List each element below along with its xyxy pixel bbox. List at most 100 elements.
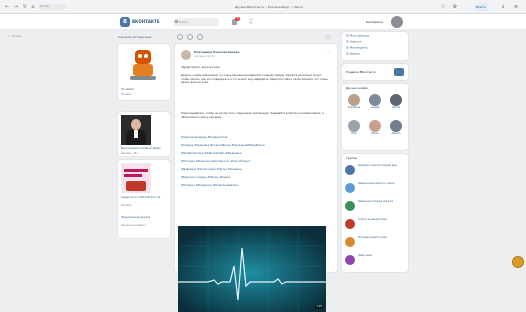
post-hashtags[interactable]: #Сердце #Здоровье #СоветыВрача #Здоровый… — [181, 144, 331, 148]
extension-icon[interactable]: ⚙ — [452, 4, 458, 10]
menu-item-my-page[interactable]: Моя страница — [346, 34, 369, 39]
avatar[interactable] — [391, 16, 403, 28]
friend-name: Екатерина — [347, 106, 361, 109]
search-input[interactable]: Поиск — [173, 18, 219, 26]
avatar — [345, 255, 355, 265]
dot-icon — [346, 46, 349, 49]
group-item[interactable]: Правильное питание для всех — [345, 200, 405, 216]
forward-icon[interactable]: → — [13, 4, 19, 10]
notification-badge: 3 — [235, 17, 240, 21]
music-icon[interactable]: ♫ — [248, 18, 253, 26]
ad-subtitle: Реклама · 18+ — [121, 152, 139, 155]
ad-card-3[interactable]: Кредиты на 1 000 000 ₽ в год Реклама Пре… — [118, 160, 170, 238]
login-button[interactable]: Войти — [474, 3, 488, 11]
avatar — [348, 120, 360, 132]
friend-name: Ирина — [371, 132, 379, 135]
post-paragraph-2: Подписывайтесь, чтобы не пропустить след… — [181, 112, 324, 119]
friend-item[interactable]: Олег — [344, 120, 364, 135]
post-actions-top — [175, 32, 337, 42]
friend-name: Андрей — [370, 106, 380, 109]
avatar[interactable] — [181, 50, 191, 60]
credit-ad-image — [121, 163, 151, 193]
chat-icon[interactable] — [512, 256, 524, 268]
avatar — [345, 237, 355, 247]
home-icon[interactable]: ⌂ — [30, 4, 36, 10]
group-title: Здоровье и красота каждый день — [358, 164, 398, 167]
download-icon[interactable]: ↓ — [500, 4, 506, 10]
group-title: Наша семья — [358, 254, 372, 257]
avatar — [369, 94, 381, 106]
post-hashtags[interactable]: #Берегите сердце #Жизнь #Семья — [181, 176, 331, 180]
video-player[interactable]: 1:18 — [178, 226, 326, 312]
user-name[interactable]: Екатерина — [366, 18, 383, 26]
group-title: Полезные рецепты дома — [358, 236, 387, 239]
ad-subtitle: Финансы и кредиты — [121, 224, 146, 227]
share-icon[interactable] — [197, 34, 203, 40]
menu-item-friends[interactable]: Друзья — [346, 52, 360, 57]
comment-icon[interactable] — [187, 34, 193, 40]
post-paragraph-1: Делюсь с вами небольшим, но очень важным… — [181, 74, 328, 85]
friends-card: Друзья онлайн Екатерина Андрей Сергей Ол… — [342, 84, 408, 150]
menu-item-messenger[interactable]: Мессенджер — [346, 46, 367, 51]
avatar — [345, 183, 355, 193]
menu-label: Друзья — [350, 52, 360, 56]
more-icon[interactable]: ⋯ — [325, 50, 331, 56]
reload-icon[interactable]: ↻ — [22, 4, 28, 10]
menu-icon[interactable]: ≡ — [513, 4, 519, 10]
speaker-ad-image — [121, 115, 151, 145]
vk-logo[interactable]: В — [120, 17, 130, 27]
group-item[interactable]: Полезные рецепты дома — [345, 236, 405, 252]
post-hashtags[interactable]: #Полезно #Интересно #Подписывайтесь — [181, 184, 331, 188]
friend-item[interactable]: Михаил — [386, 120, 406, 135]
dot-icon — [346, 40, 349, 43]
group-title: Медицинские новости и советы — [358, 182, 395, 185]
post-hashtags[interactable]: #Давление #Холестерин #Пульс #Анализы — [181, 168, 331, 172]
back-link[interactable]: ← Назад — [8, 34, 21, 38]
avatar — [369, 120, 381, 132]
friend-item[interactable]: Екатерина — [344, 94, 364, 109]
group-item[interactable]: Спорт и активный отдых — [345, 218, 405, 234]
ad-caption[interactable]: Кредиты на 1 000 000 ₽ в год — [121, 196, 167, 200]
ad-subtitle: Реклама — [121, 93, 132, 96]
filter-label: Сначала интересные — [118, 35, 152, 39]
search-icon — [175, 20, 178, 23]
friend-item[interactable]: Сергей — [386, 94, 406, 109]
post-hashtags[interactable]: #Питание #ФизическаяАктивность #Сон #Стр… — [181, 160, 331, 164]
promo-label: Подарки ВКонтакте — [346, 70, 376, 74]
menu-label: Мессенджер — [350, 46, 368, 50]
views-icon — [325, 34, 331, 40]
post-greeting: Здравствуйте, дорогие мои! — [181, 66, 221, 69]
ad-caption[interactable]: Предложение для вас — [121, 216, 167, 220]
friend-item[interactable]: Андрей — [365, 94, 385, 109]
post-date[interactable]: сегодня в 12:33 — [194, 55, 215, 58]
star-icon[interactable]: ☆ — [440, 4, 446, 10]
back-icon[interactable]: ← — [4, 4, 10, 10]
ad-card-1[interactable]: Не зевай! Реклама — [118, 44, 170, 100]
avatar — [345, 165, 355, 175]
like-icon[interactable] — [177, 34, 183, 40]
dot-icon — [346, 52, 349, 55]
group-title: Правильное питание для всех — [358, 200, 393, 203]
friend-item[interactable]: Ирина — [365, 120, 385, 135]
menu-label: Моя страница — [350, 34, 370, 38]
gift-icon — [394, 68, 404, 76]
brand-name[interactable]: ВКОНТАКТЕ — [132, 18, 160, 26]
group-item[interactable]: Наша семья — [345, 254, 405, 270]
ad-card-2[interactable]: Выступление в прямом эфире Реклама · 18+ — [118, 112, 170, 156]
group-item[interactable]: Медицинские новости и советы — [345, 182, 405, 198]
post-hashtags[interactable]: #ЗдоровоеСердце #Кардиология — [181, 136, 331, 140]
group-title: Спорт и активный отдых — [358, 218, 387, 221]
browser-toolbar: ← → ↻ ⌂ vk.com Друзья ВКонтакте • Екатер… — [0, 0, 526, 14]
post-hashtags[interactable]: #Профилактика #ЗаботаОСебе #Медицина — [181, 152, 331, 156]
menu-item-news[interactable]: Новости — [346, 40, 361, 45]
promo-card[interactable]: Подарки ВКонтакте — [342, 64, 408, 80]
group-item[interactable]: Здоровье и красота каждый день — [345, 164, 405, 180]
ad-caption[interactable]: Не зевай! — [121, 88, 167, 92]
avatar — [345, 219, 355, 229]
groups-card: Группы Здоровье и красота каждый день Ме… — [342, 154, 408, 272]
feed-filter[interactable]: Сначала интересные — [118, 32, 168, 42]
ad-caption[interactable]: Выступление в прямом эфире — [121, 147, 167, 151]
groups-title: Группы — [346, 156, 358, 160]
post-author[interactable]: Екатерина Константинова — [194, 50, 239, 54]
address-bar[interactable]: vk.com — [38, 4, 66, 10]
